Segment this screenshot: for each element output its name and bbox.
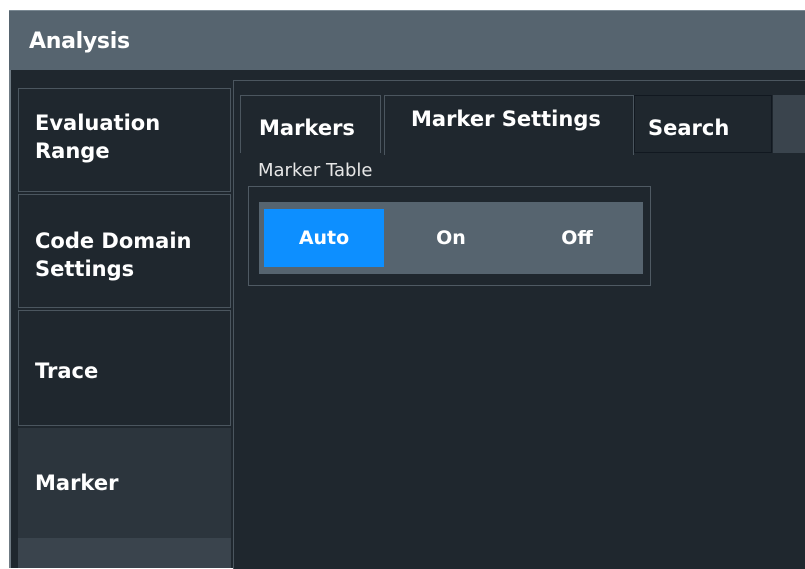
sidebar-item-evaluation-range[interactable]: Evaluation Range [18, 88, 231, 192]
title-bar: Analysis [9, 10, 805, 71]
tab-label: Markers [259, 116, 355, 140]
analysis-dialog: Analysis Evaluation Range Code Domain Se… [0, 0, 805, 569]
window-title: Analysis [29, 29, 130, 54]
sidebar-item-label: Trace [35, 359, 99, 383]
sidebar-item-partial[interactable] [18, 538, 231, 568]
sidebar-item-label: Evaluation Range [35, 111, 161, 163]
sidebar-item-label: Marker [35, 471, 119, 495]
marker-table-on-button[interactable]: On [391, 209, 511, 267]
marker-table-off-button[interactable]: Off [517, 209, 637, 267]
tab-scroll-more[interactable] [773, 95, 805, 153]
sidebar-item-marker[interactable]: Marker [18, 428, 231, 538]
marker-table-auto-button[interactable]: Auto [264, 209, 384, 267]
sidebar-item-label: Code Domain Settings [35, 229, 192, 281]
sidebar-item-code-domain-settings[interactable]: Code Domain Settings [18, 194, 231, 308]
marker-table-label: Marker Table [258, 160, 373, 181]
marker-table-toggle: Auto On Off [259, 202, 643, 274]
tab-marker-settings[interactable]: Marker Settings [384, 95, 634, 155]
tab-markers[interactable]: Markers [240, 95, 381, 153]
tab-label: Search [648, 116, 730, 140]
tab-strip: Markers Marker Settings Search [240, 95, 805, 155]
tab-search[interactable]: Search [634, 95, 772, 153]
sidebar-item-trace[interactable]: Trace [18, 310, 231, 426]
tab-label: Marker Settings [411, 107, 601, 131]
